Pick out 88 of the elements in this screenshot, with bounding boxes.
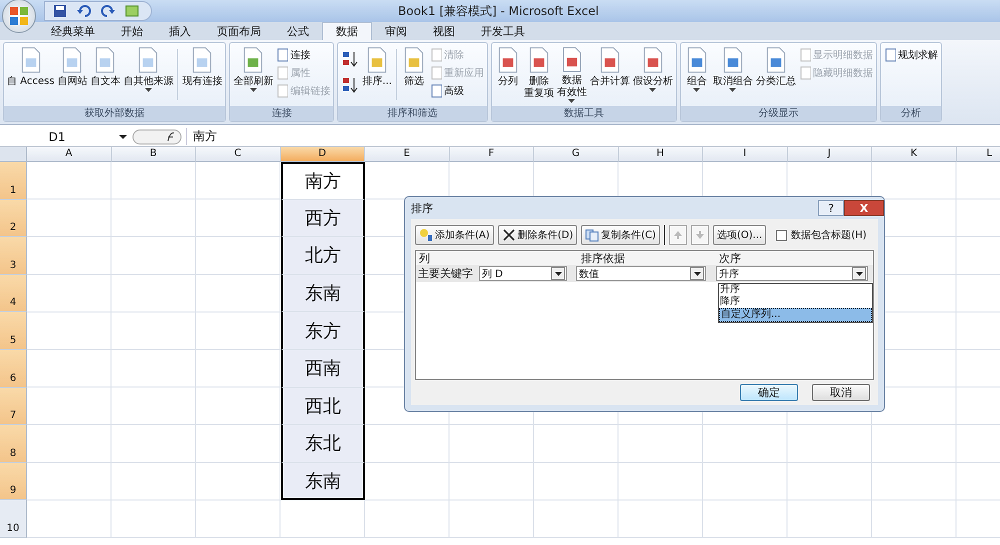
group-label: 连接: [230, 106, 334, 121]
column-heading: 排序依据: [581, 251, 626, 265]
column-header[interactable]: F: [450, 147, 534, 162]
ribbon-small-button[interactable]: 高级: [428, 83, 485, 99]
row-header[interactable]: 6: [0, 350, 27, 388]
ribbon-button[interactable]: 删除 重复项: [522, 45, 555, 104]
ribbon-button[interactable]: 取消组合: [712, 45, 754, 104]
order-dropdown[interactable]: 升序: [716, 266, 868, 281]
table-cell: 东南: [280, 462, 365, 500]
toolbar-button[interactable]: 删除条件(D): [498, 225, 578, 245]
ribbon-button[interactable]: 分列: [494, 45, 522, 104]
column-header[interactable]: G: [534, 147, 618, 162]
column-header[interactable]: E: [365, 147, 450, 162]
table-cell: 南方: [280, 162, 365, 200]
toolbar-button[interactable]: 添加条件(A): [415, 225, 494, 245]
dropdown-option[interactable]: 降序: [719, 296, 872, 308]
row-header[interactable]: 9: [0, 462, 27, 500]
row-header[interactable]: 1: [0, 162, 27, 200]
row-header[interactable]: 3: [0, 237, 27, 275]
ribbon-tab[interactable]: 公式: [274, 22, 322, 40]
table-cell: 东南: [280, 274, 365, 312]
ribbon-button[interactable]: 自文本: [89, 45, 122, 104]
ribbon-button[interactable]: 分类汇总: [754, 45, 797, 104]
group-label: 数据工具: [492, 106, 676, 121]
options-button[interactable]: 选项(O)...: [712, 225, 766, 245]
group-label: 排序和筛选: [338, 106, 487, 121]
row-header[interactable]: 2: [0, 200, 27, 238]
row-header[interactable]: 5: [0, 312, 27, 350]
ribbon-small-button[interactable]: 规划求解: [882, 47, 939, 63]
ribbon-tab[interactable]: 视图: [420, 22, 468, 40]
table-cell: 东北: [280, 425, 365, 463]
sort-on-dropdown[interactable]: 数值: [576, 266, 706, 281]
ribbon-button[interactable]: 组合: [682, 45, 711, 104]
column-header[interactable]: I: [703, 147, 788, 162]
column-dropdown[interactable]: 列 D: [479, 266, 567, 281]
ribbon-tab[interactable]: 审阅: [372, 22, 420, 40]
column-header[interactable]: D: [280, 147, 365, 162]
toolbar-button[interactable]: 复制条件(C): [581, 225, 660, 245]
close-button[interactable]: X: [844, 200, 884, 216]
column-heading: 列: [418, 251, 431, 265]
row-header[interactable]: 8: [0, 425, 27, 463]
ribbon-button[interactable]: 自其他来源: [122, 45, 174, 104]
table-cell: 东方: [280, 312, 365, 350]
dialog-title: 排序: [411, 200, 433, 216]
table-cell: 西北: [280, 388, 365, 426]
ok-button[interactable]: 确定: [740, 384, 798, 401]
column-heading: 次序: [719, 251, 741, 265]
column-header[interactable]: L: [956, 147, 1000, 162]
group-label: 分级显示: [680, 106, 876, 121]
ribbon-tab[interactable]: 数据: [322, 22, 372, 40]
help-button[interactable]: ?: [818, 200, 844, 216]
dropdown-option[interactable]: 升序: [719, 284, 872, 296]
formula-field[interactable]: 南方: [186, 128, 1000, 145]
row-header[interactable]: 7: [0, 388, 27, 426]
checkbox-label: 数据包含标题(H): [791, 228, 867, 242]
column-header[interactable]: J: [788, 147, 872, 162]
ribbon-button[interactable]: 排序...: [361, 45, 393, 104]
column-header[interactable]: B: [112, 147, 196, 162]
row-header[interactable]: 4: [0, 274, 27, 312]
ribbon-tab[interactable]: 页面布局: [204, 22, 274, 40]
ribbon-tab[interactable]: 开始: [108, 22, 156, 40]
ribbon-button[interactable]: 假设分析: [632, 45, 674, 104]
row-label: 主要关键字: [418, 267, 473, 280]
cancel-button[interactable]: 取消: [812, 384, 870, 401]
ribbon-button[interactable]: 自网站: [56, 45, 88, 104]
window-title: Book1 [兼容模式] - Microsoft Excel: [398, 2, 599, 20]
ribbon-button[interactable]: 筛选: [400, 45, 428, 104]
ribbon-small-button[interactable]: 连接: [275, 47, 332, 63]
dropdown-option[interactable]: 自定义序列...: [719, 308, 872, 322]
group-label: 分析: [880, 106, 941, 121]
ribbon-button[interactable]: 现有连接: [181, 45, 224, 104]
column-header[interactable]: K: [872, 147, 956, 162]
ribbon-tab[interactable]: 经典菜单: [38, 22, 108, 40]
table-cell: 西南: [280, 350, 365, 388]
table-cell: 西方: [280, 200, 365, 238]
ribbon-button[interactable]: 自 Access: [6, 45, 56, 104]
column-header[interactable]: A: [27, 147, 112, 162]
row-header[interactable]: 10: [0, 500, 27, 538]
column-header[interactable]: C: [196, 147, 280, 162]
ribbon-tab[interactable]: 插入: [156, 22, 204, 40]
column-header[interactable]: H: [618, 147, 703, 162]
ribbon-button[interactable]: 数据 有效性: [556, 45, 588, 104]
table-cell: 北方: [280, 237, 365, 275]
ribbon-button[interactable]: 合并计算: [588, 45, 631, 104]
ribbon-button[interactable]: 全部刷新: [232, 45, 274, 104]
ribbon-tab[interactable]: 开发工具: [468, 22, 538, 40]
group-label: 获取外部数据: [4, 106, 226, 121]
name-box[interactable]: D1: [0, 130, 114, 144]
